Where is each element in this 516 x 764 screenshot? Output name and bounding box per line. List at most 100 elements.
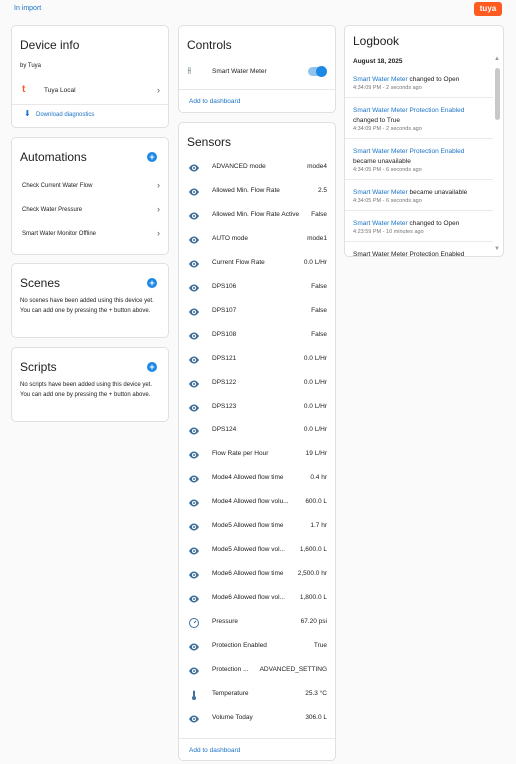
sensor-label: DPS122 [212, 378, 237, 386]
sensor-value: False [311, 282, 327, 290]
entity-link[interactable]: Smart Water Meter Protection Enabled [353, 107, 464, 114]
gauge-icon [188, 616, 200, 629]
automation-item[interactable]: Check Water Pressure › [12, 202, 168, 220]
logbook-entry: Smart Water Meter became unavailable 4:34… [345, 181, 493, 211]
sensor-row[interactable]: DPS108 False [179, 323, 335, 347]
sensor-row[interactable]: DPS107 False [179, 299, 335, 323]
add-automation-button[interactable]: + [147, 152, 157, 162]
logbook-scrollbar[interactable]: ▲ ▼ [494, 56, 501, 252]
sensor-row[interactable]: Mode5 Allowed flow time 1.7 hr [179, 514, 335, 538]
sensor-row[interactable]: Mode6 Allowed flow vol... 1,800.0 L [179, 586, 335, 610]
sensor-label: Protection Enabled [212, 642, 267, 649]
sensor-row[interactable]: Allowed Min. Flow Rate Active False [179, 203, 335, 227]
sensor-value: 0.4 hr [310, 474, 327, 482]
sensor-label: Allowed Min. Flow Rate Active [212, 210, 300, 218]
sensor-row[interactable]: DPS124 0.0 L/Hr [179, 418, 335, 442]
eye-icon [188, 209, 200, 221]
scroll-up-icon: ▲ [494, 56, 500, 62]
eye-icon [188, 664, 200, 676]
tuya-local-icon: t [22, 84, 26, 95]
eye-icon [188, 281, 200, 293]
sensor-row[interactable]: DPS106 False [179, 275, 335, 299]
entry-time: 4:34:09 PM - 2 seconds ago [353, 126, 422, 132]
sensor-value: 25.3 °C [305, 689, 327, 697]
sensor-row[interactable]: Mode4 Allowed flow volu... 600.0 L [179, 490, 335, 514]
sensor-value: 1,800.0 L [299, 594, 327, 602]
entry-time: 4:23:59 PM - 10 minutes ago [353, 229, 424, 235]
sensor-label: Mode5 Allowed flow time [212, 522, 284, 530]
sensor-row[interactable]: Flow Rate per Hour 19 L/Hr [179, 442, 335, 466]
entry-text: became unavailable [407, 189, 468, 196]
controls-title: Controls [187, 38, 232, 52]
eye-icon [188, 568, 200, 580]
entry-text: became unavailable [353, 158, 411, 165]
integration-row[interactable]: t Tuya Local › [12, 81, 168, 101]
sensor-row[interactable]: DPS122 0.0 L/Hr [179, 371, 335, 395]
sensor-row[interactable]: Temperature 25.3 °C [179, 682, 335, 706]
control-label: Smart Water Meter [212, 68, 267, 75]
entity-link[interactable]: Smart Water Meter [353, 220, 408, 227]
add-script-button[interactable]: + [147, 362, 157, 372]
sensor-label: Current Flow Rate [212, 258, 265, 266]
sensor-row[interactable]: AUTO mode mode1 [179, 227, 335, 251]
chevron-right-icon: › [157, 180, 160, 190]
entry-text: changed to Open [407, 76, 460, 83]
sensor-value: False [311, 306, 327, 314]
sensor-value: False [311, 210, 327, 218]
sensor-row[interactable]: DPS123 0.0 L/Hr [179, 395, 335, 419]
add-scene-button[interactable]: + [147, 278, 157, 288]
sensor-value: 67.20 psi [300, 618, 327, 626]
eye-icon [188, 353, 200, 365]
sensor-label: AUTO mode [212, 234, 249, 242]
top-bar: In import tuya [0, 0, 516, 20]
sensor-label: DPS121 [212, 354, 237, 362]
automation-item[interactable]: Smart Water Monitor Offline › [12, 226, 168, 244]
sensor-row[interactable]: Protection ... ADVANCED_SETTING [179, 658, 335, 682]
logbook-entry-line: Smart Water Meter changed to Open [353, 76, 459, 83]
sensor-row[interactable]: Pressure 67.20 psi [179, 610, 335, 634]
eye-icon [188, 448, 200, 460]
automation-item[interactable]: Check Current Water Flow › [12, 178, 168, 196]
sensor-label: Pressure [212, 618, 239, 626]
sensor-row[interactable]: DPS121 0.0 L/Hr [179, 347, 335, 371]
download-diagnostics-link[interactable]: ⬇ Download diagnostics [12, 108, 168, 124]
sensor-row[interactable]: Current Flow Rate 0.0 L/Hr [179, 251, 335, 275]
eye-icon [188, 520, 200, 532]
smart-water-meter-toggle[interactable] [308, 66, 327, 77]
controls-add-to-dashboard-link[interactable]: Add to dashboard [189, 98, 240, 105]
tuya-logo: tuya [474, 2, 502, 16]
sensor-row[interactable]: Allowed Min. Flow Rate 2.5 [179, 179, 335, 203]
sensor-row[interactable]: Protection Enabled True [179, 634, 335, 658]
sensor-value: 19 L/Hr [305, 450, 327, 458]
sensor-row[interactable]: Volume Today 306.0 L [179, 706, 335, 730]
logbook-entry: Smart Water Meter Protection Enabled beca… [345, 140, 493, 180]
sensor-label: Mode4 Allowed flow time [212, 474, 284, 482]
divider [12, 104, 168, 105]
manufacturer-text: by Tuya [20, 63, 42, 69]
sensor-label: Allowed Min. Flow Rate [212, 186, 280, 194]
logbook-entry-line: Smart Water Meter changed to Open [353, 220, 459, 227]
sensor-label: DPS124 [212, 426, 237, 434]
control-row: ⫲ Smart Water Meter [179, 62, 335, 82]
sensor-label: Mode4 Allowed flow volu... [212, 498, 289, 506]
logbook-entry: Smart Water Meter Protection Enabled chan… [345, 99, 493, 139]
sensor-row[interactable]: ADVANCED mode mode4 [179, 155, 335, 179]
scripts-card: Scripts + No scripts have been added usi… [11, 347, 169, 422]
eye-icon [188, 377, 200, 389]
scrollbar-thumb[interactable] [495, 68, 500, 120]
sensor-row[interactable]: Mode5 Allowed flow vol... 1,600.0 L [179, 538, 335, 562]
sensors-add-to-dashboard-link[interactable]: Add to dashboard [189, 747, 240, 754]
chevron-right-icon: › [157, 204, 160, 214]
entity-link[interactable]: Smart Water Meter Protection Enabled [353, 251, 464, 256]
chevron-right-icon: › [157, 85, 160, 95]
entity-link[interactable]: Smart Water Meter Protection Enabled [353, 148, 464, 155]
entity-link[interactable]: Smart Water Meter [353, 189, 408, 196]
sensor-row[interactable]: Mode6 Allowed flow time 2,500.0 hr [179, 562, 335, 586]
sensor-label: Mode6 Allowed flow vol... [212, 594, 285, 602]
import-link[interactable]: In import [14, 5, 41, 12]
entity-link[interactable]: Smart Water Meter [353, 76, 408, 83]
logbook-list: Smart Water Meter changed to Open 4:34:09… [345, 68, 493, 256]
sensor-row[interactable]: Mode4 Allowed flow time 0.4 hr [179, 466, 335, 490]
sensor-value: 2,500.0 hr [297, 570, 327, 578]
sensor-value: 2.5 [317, 186, 327, 194]
